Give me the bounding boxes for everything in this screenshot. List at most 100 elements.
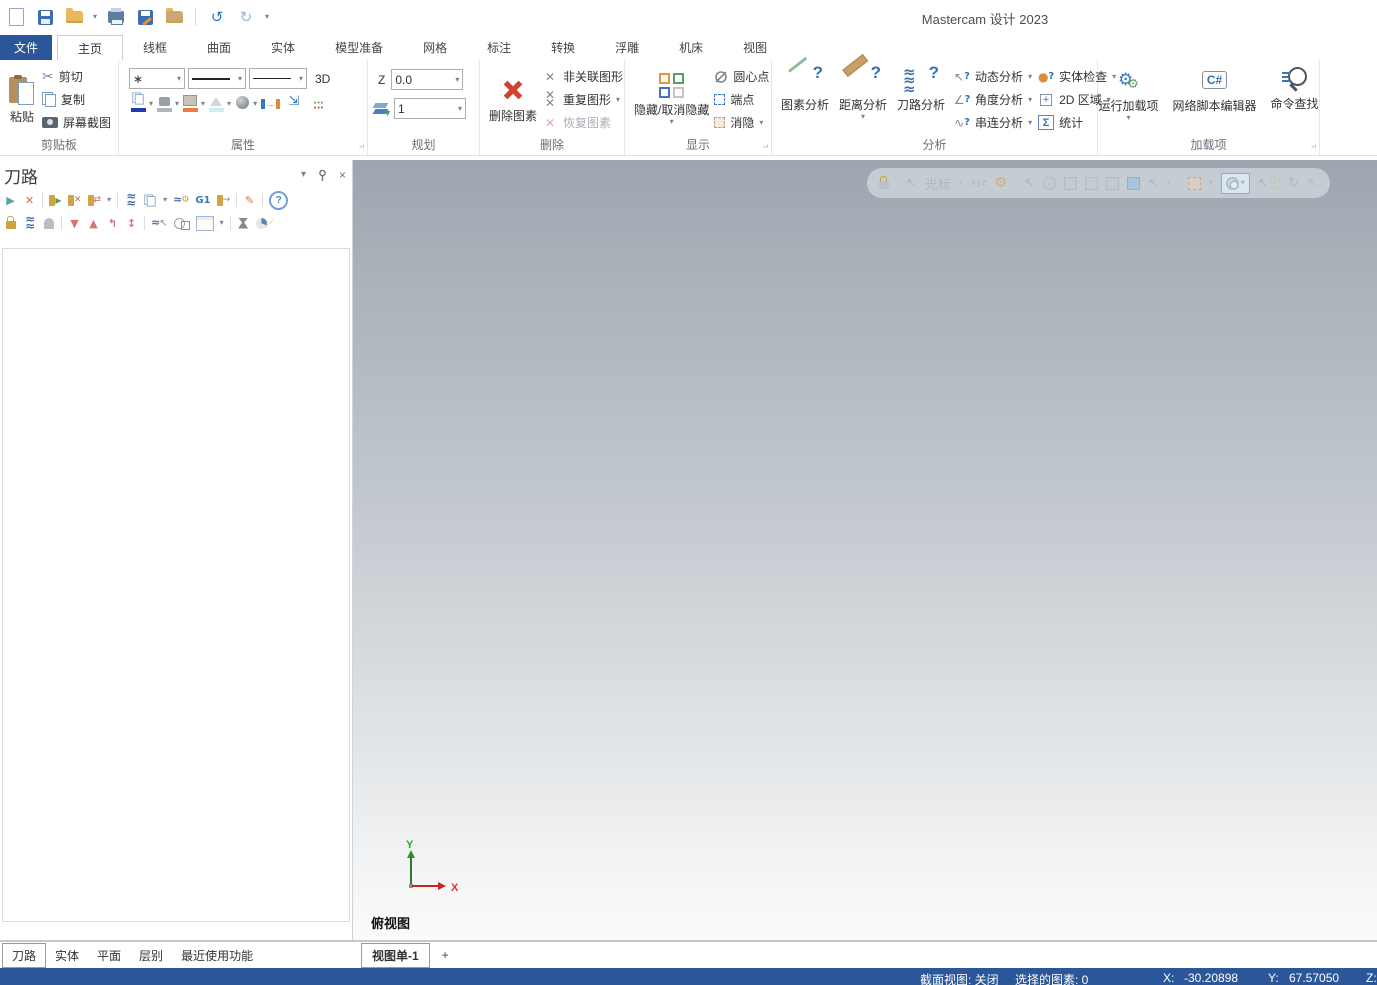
help-icon[interactable]: ? — [269, 191, 288, 210]
customize-qat-icon[interactable]: ▾ — [265, 13, 269, 21]
level-field[interactable]: 1▾ — [394, 98, 466, 119]
netscript-editor-button[interactable]: C# 网络脚本编辑器 — [1168, 65, 1262, 115]
toggle-toolpath-display-icon[interactable]: ≈≈ — [23, 215, 36, 231]
select-solid-icon[interactable] — [1127, 177, 1140, 190]
add-viewsheet-button[interactable]: + — [432, 945, 459, 965]
redo-icon[interactable]: ↻ — [236, 6, 256, 28]
simulate-options-icon[interactable]: ≈⚙ — [173, 192, 189, 208]
addins-dialog-launcher-icon[interactable]: ⌐ — [1311, 142, 1316, 152]
edit-operation-icon[interactable]: ⇄ — [88, 192, 102, 208]
tab-model-prep[interactable]: 模型准备 — [315, 35, 403, 60]
toolpaths-tree-area[interactable] — [2, 248, 350, 922]
save-edit-icon[interactable] — [135, 6, 155, 28]
tab-transform[interactable]: 转换 — [531, 35, 595, 60]
display-dialog-launcher-icon[interactable]: ⌐ — [763, 142, 768, 152]
select-box-1-icon[interactable] — [1064, 177, 1077, 190]
cursor-mode-icon[interactable]: ↖ — [906, 176, 917, 191]
surface-color-button[interactable] — [181, 95, 199, 112]
blank-button[interactable]: 消隐 ▾ — [714, 111, 769, 134]
set-attributes-button[interactable]: → — [259, 98, 281, 109]
tab-wireframe[interactable]: 线框 — [123, 35, 187, 60]
delete-non-associative-button[interactable]: ✕ 非关联图形 — [542, 65, 623, 88]
point-style-select[interactable]: ∗▾ — [129, 68, 185, 89]
wireframe-color-button[interactable] — [129, 95, 147, 112]
backplot-icon[interactable]: ≈≈ — [124, 192, 137, 208]
manager-tab-levels[interactable]: 层别 — [130, 944, 172, 967]
section-view-status[interactable]: 截面视图: 关闭 — [920, 971, 999, 985]
tab-art[interactable]: 浮雕 — [595, 35, 659, 60]
copy-button[interactable]: 复制 — [42, 88, 111, 111]
validate-selection-icon[interactable]: ↖✓ — [1258, 176, 1280, 191]
cursor-label[interactable]: 光标 — [925, 174, 951, 193]
lock-operations-icon[interactable] — [4, 215, 17, 231]
panel-close-icon[interactable]: × — [339, 168, 346, 182]
screenshot-button[interactable]: 屏幕截图 — [42, 111, 111, 134]
tab-view[interactable]: 视图 — [723, 35, 787, 60]
analyze-entity-button[interactable]: ? 图素分析 — [776, 65, 834, 114]
select-box-3-icon[interactable] — [1106, 177, 1119, 190]
toolpath-report-icon[interactable]: ／ — [256, 215, 274, 231]
only-display-associated-icon[interactable] — [174, 215, 190, 231]
save-icon[interactable] — [35, 6, 55, 28]
z-depth-field[interactable]: 0.0▾ — [391, 69, 463, 90]
selection-filter-button[interactable]: ▾ — [1221, 173, 1250, 194]
mode-3d-label[interactable]: 3D — [315, 72, 330, 86]
draft-color-button[interactable] — [207, 95, 225, 112]
print-icon[interactable] — [106, 6, 126, 28]
move-down-icon[interactable]: ▼ — [68, 215, 81, 231]
deselect-all-operations-icon[interactable]: ✕ — [23, 192, 36, 208]
endpoints-button[interactable]: 端点 — [714, 88, 769, 111]
tab-machine[interactable]: 机床 — [659, 35, 723, 60]
angle-analysis-button[interactable]: ∠? 角度分析▾ — [954, 88, 1032, 111]
refresh-selection-icon[interactable]: ↻ — [1288, 176, 1299, 191]
line-style-select[interactable]: ▾ — [188, 68, 246, 89]
only-display-selected-icon[interactable]: ≈↖ — [151, 215, 168, 231]
analyze-toolpath-button[interactable]: ≈≈≈? 刀路分析 — [892, 65, 950, 114]
machine-group-setup-icon[interactable] — [237, 215, 250, 231]
panel-menu-icon[interactable]: ▾ — [301, 170, 306, 180]
manager-tab-recent[interactable]: 最近使用功能 — [172, 944, 262, 967]
tab-file[interactable]: 文件 — [0, 35, 52, 60]
scroll-insert-icon[interactable]: ↕ — [125, 215, 138, 231]
delete-operation-icon[interactable]: ✕ — [68, 192, 82, 208]
analyze-distance-button[interactable]: ? 距离分析 ▾ — [834, 65, 892, 122]
chain-analysis-button[interactable]: ∿? 串连分析▾ — [954, 111, 1032, 134]
line-width-select[interactable]: ▾ — [249, 68, 307, 89]
verify-icon[interactable] — [143, 192, 157, 208]
file-convert-icon[interactable] — [164, 6, 184, 28]
solid-color-button[interactable] — [155, 95, 173, 112]
tab-mesh[interactable]: 网格 — [403, 35, 467, 60]
undo-selection-icon[interactable]: ↖ — [1307, 176, 1318, 191]
cut-button[interactable]: ✂ 剪切 — [42, 65, 111, 88]
attributes-dialog-launcher-icon[interactable]: ⌐ — [359, 142, 364, 152]
manager-tab-solids[interactable]: 实体 — [46, 944, 88, 967]
center-point-button[interactable]: 圆心点 — [714, 65, 769, 88]
select-sphere-icon[interactable] — [1043, 177, 1056, 190]
display-options-icon[interactable] — [196, 215, 214, 231]
material-button[interactable] — [233, 98, 251, 109]
select-arrow-icon[interactable]: ↖ — [1024, 176, 1035, 191]
dynamic-analysis-button[interactable]: ↖? 动态分析▾ — [954, 65, 1032, 88]
viewsheet-tab-1[interactable]: 视图单-1 — [361, 943, 430, 968]
new-file-icon[interactable] — [6, 6, 26, 28]
select-box-2-icon[interactable] — [1085, 177, 1098, 190]
run-addin-button[interactable]: ⚙⚙ 运行加载项 ▾ — [1093, 65, 1163, 123]
manager-tab-toolpaths[interactable]: 刀路 — [2, 943, 46, 968]
highfeed-icon[interactable]: ✎ — [243, 192, 256, 208]
window-selection-icon[interactable] — [1188, 177, 1201, 190]
hide-unhide-button[interactable]: 隐藏/取消隐藏 ▾ — [629, 72, 714, 127]
manager-tab-planes[interactable]: 平面 — [88, 944, 130, 967]
level-icon[interactable]: ▼ — [374, 102, 390, 116]
regenerate-selected-icon[interactable]: ▶ — [49, 192, 62, 208]
graphics-viewport[interactable]: ↖ 光标 ▾ xyz ⚙ ↖ ↖ ▾ ▾ ▾ ↖✓ ↻ ↖ — [353, 160, 1377, 940]
tab-surfaces[interactable]: 曲面 — [187, 35, 251, 60]
tab-home[interactable]: 主页 — [57, 35, 123, 60]
open-dropdown-icon[interactable]: ▾ — [93, 13, 97, 21]
autocursor-settings-icon[interactable]: ⚙ — [994, 176, 1007, 190]
delete-duplicates-button[interactable]: ✕✕ 重复图形 ▾ — [542, 88, 623, 111]
stipple-button[interactable]: ••• ••• — [307, 95, 331, 112]
post-process-icon[interactable]: → — [217, 192, 231, 208]
match-attributes-button[interactable]: ⇲ — [283, 98, 305, 109]
select-last-icon[interactable]: ↖ — [1148, 176, 1159, 191]
lock-selection-icon[interactable] — [879, 177, 889, 189]
